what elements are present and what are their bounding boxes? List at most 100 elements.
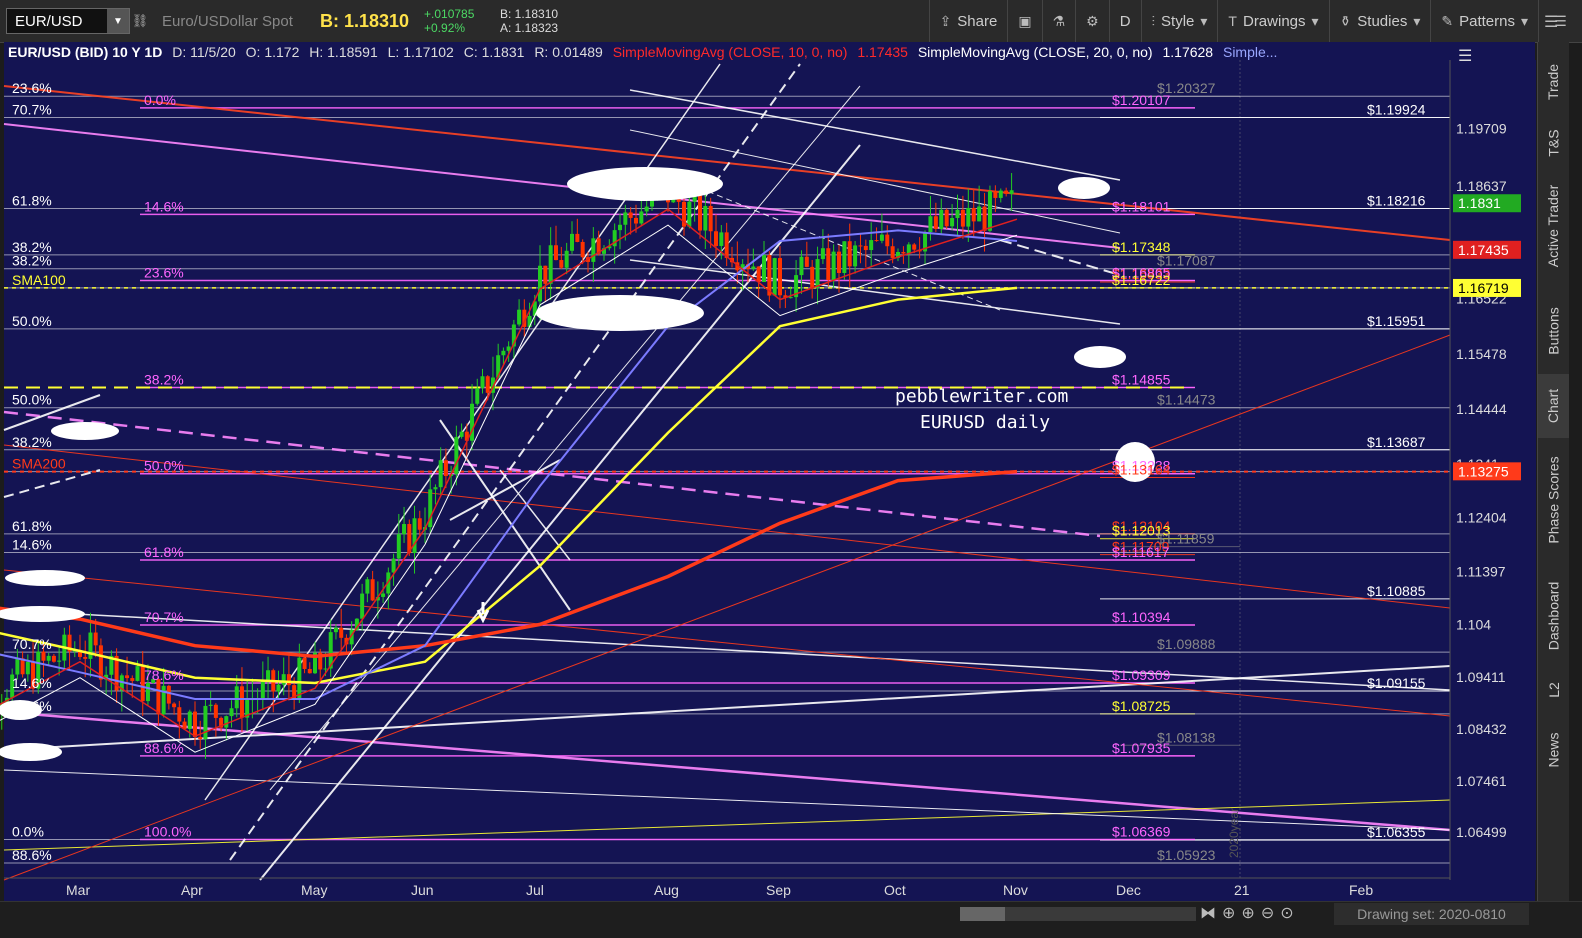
candle-body xyxy=(724,232,729,258)
fib-level-label-mid: 50.0% xyxy=(144,458,184,474)
fib-level-label-left: 14.6% xyxy=(12,537,52,553)
tab-level2[interactable]: L2 xyxy=(1538,672,1569,708)
trend-line xyxy=(3,569,1451,717)
tab-dashboard[interactable]: Dashboard xyxy=(1538,566,1569,666)
candle-body xyxy=(417,518,422,530)
tab-news[interactable]: News xyxy=(1538,722,1569,778)
header-open: O: 1.172 xyxy=(245,44,300,60)
candle-body xyxy=(762,254,766,282)
header-close: C: 1.1831 xyxy=(463,44,525,60)
candle-body xyxy=(266,670,271,681)
scrollbar-thumb[interactable] xyxy=(960,907,1005,921)
x-tick-label: Sep xyxy=(766,882,791,898)
candle-body xyxy=(459,431,464,437)
highlight-ellipse xyxy=(1058,177,1110,199)
candle-body xyxy=(993,191,998,198)
candle-body xyxy=(890,246,895,258)
tab-buttons-label: Buttons xyxy=(1545,307,1562,355)
candle-body xyxy=(130,678,135,681)
candle-body xyxy=(281,674,286,685)
candle-body xyxy=(618,224,622,231)
chart-settings-icon[interactable]: ☰ xyxy=(1458,46,1480,65)
candle-body xyxy=(538,265,542,302)
more-studies-link[interactable]: Simple... xyxy=(1223,44,1277,60)
candle-body xyxy=(333,627,338,633)
x-tick-label: May xyxy=(301,882,327,898)
candle-body xyxy=(810,266,815,288)
candle-body xyxy=(156,679,161,715)
fib-level-label-left: 14.6% xyxy=(12,698,52,714)
tab-buttons[interactable]: Buttons xyxy=(1538,296,1569,366)
candle-body xyxy=(172,703,177,708)
tab-active-trader[interactable]: Active Trader xyxy=(1538,176,1569,276)
candle-body xyxy=(901,252,906,254)
y-tick-label: 1.11397 xyxy=(1456,563,1506,579)
candle-body xyxy=(203,705,208,740)
zoom-in-icon[interactable]: ⊕ xyxy=(1241,903,1254,923)
candle-body xyxy=(820,248,825,260)
x-tick-label: Aug xyxy=(654,882,679,898)
x-tick-label: Nov xyxy=(1003,882,1028,898)
sidebar-menu-icon[interactable]: ☰ xyxy=(1544,12,1558,32)
fib-level-label-left: 70.7% xyxy=(12,102,52,118)
candle-body xyxy=(708,205,713,232)
candle-body xyxy=(161,685,166,715)
candle-body xyxy=(939,209,944,229)
sma10-label: SimpleMovingAvg (CLOSE, 10, 0, no) xyxy=(612,44,848,60)
fib-level-label-left: 88.6% xyxy=(12,847,52,863)
fib-level-label-mid: 23.6% xyxy=(144,264,184,280)
trend-line xyxy=(3,123,1121,249)
fib-level-label-mid: 70.7% xyxy=(144,609,184,625)
candle-body xyxy=(25,661,30,675)
zoom-out-icon[interactable]: ⊖ xyxy=(1261,903,1274,923)
drawing-set-selector[interactable]: Drawing set: 2020-0810 xyxy=(1334,903,1529,925)
candle-body xyxy=(438,460,443,488)
price-level-label: $1.13687 xyxy=(1367,434,1426,450)
candle-body xyxy=(580,241,585,258)
zoom-reset-icon[interactable]: ⊙ xyxy=(1280,903,1293,923)
fib-level-label-left: 38.2% xyxy=(12,253,52,269)
candle-body xyxy=(714,231,718,246)
candle-body xyxy=(998,190,1003,198)
tab-dashboard-label: Dashboard xyxy=(1545,581,1562,651)
tab-trade[interactable]: Trade xyxy=(1538,52,1569,112)
candle-body xyxy=(548,245,553,284)
chart-svg[interactable]: $1.20327$1.20107$1.19924$1.18216$1.18101… xyxy=(0,0,1537,901)
candle-body xyxy=(933,216,938,229)
x-tick-label: Mar xyxy=(66,882,90,898)
trend-line xyxy=(629,89,1121,181)
fib-level-label-left: 0.0% xyxy=(12,824,44,840)
candle-body xyxy=(804,256,809,267)
price-level-label: $1.20107 xyxy=(1112,92,1171,108)
candle-body xyxy=(381,593,386,597)
candle-body xyxy=(323,668,328,670)
candle-body xyxy=(863,245,868,251)
price-level-label: $1.14473 xyxy=(1157,392,1216,408)
candle-body xyxy=(51,655,56,662)
candle-body xyxy=(57,660,62,662)
price-badge-label: 1.16719 xyxy=(1458,280,1509,296)
tab-l2-label: L2 xyxy=(1545,682,1562,698)
x-tick-label: Oct xyxy=(884,882,906,898)
candle-body xyxy=(239,686,244,718)
crosshair-icon[interactable]: ⊕ xyxy=(1222,903,1235,923)
tab-time-and-sales[interactable]: T&S xyxy=(1538,118,1569,168)
candle-body xyxy=(634,217,638,224)
horizontal-scrollbar[interactable] xyxy=(1001,907,1196,921)
tab-chart[interactable]: Chart xyxy=(1538,374,1569,438)
tab-news-label: News xyxy=(1545,732,1562,768)
candle-body xyxy=(950,218,955,227)
candle-body xyxy=(623,212,628,225)
candle-body xyxy=(826,248,831,281)
pan-icon[interactable]: ⧓ xyxy=(1200,903,1216,923)
candle-body xyxy=(575,233,580,242)
candle-body xyxy=(46,655,51,661)
candle-body xyxy=(480,376,485,389)
candle-body xyxy=(982,206,987,231)
tab-phase-scores[interactable]: Phase Scores xyxy=(1538,450,1569,550)
tab-trade-label: Trade xyxy=(1545,63,1562,101)
candle-body xyxy=(193,711,197,737)
candle-body xyxy=(644,206,649,212)
highlight-ellipse xyxy=(536,295,704,331)
candle-body xyxy=(454,436,459,475)
